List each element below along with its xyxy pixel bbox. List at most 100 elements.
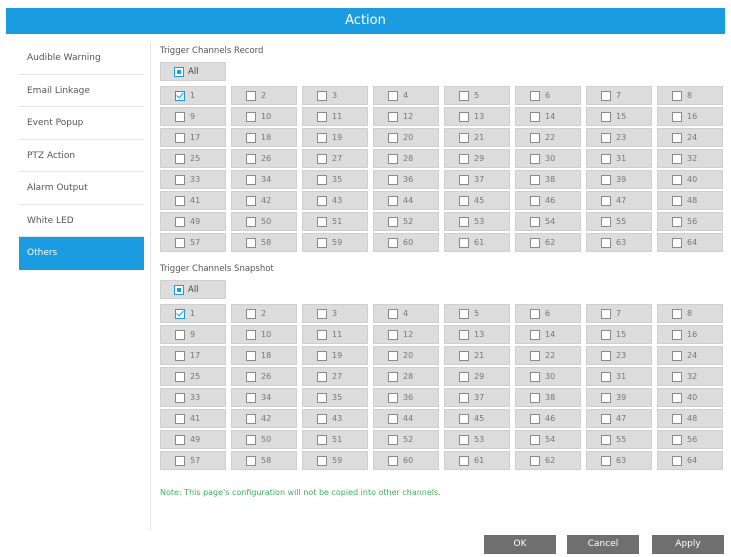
- record-channel-checkbox[interactable]: 46: [515, 191, 581, 210]
- snapshot-channel-checkbox[interactable]: 39: [586, 388, 652, 407]
- record-channel-checkbox[interactable]: 61: [444, 233, 510, 252]
- snapshot-channel-checkbox[interactable]: 62: [515, 451, 581, 470]
- record-channel-checkbox[interactable]: 36: [373, 170, 439, 189]
- record-channel-checkbox[interactable]: 38: [515, 170, 581, 189]
- record-channel-checkbox[interactable]: 59: [302, 233, 368, 252]
- record-channel-checkbox[interactable]: 49: [160, 212, 226, 231]
- snapshot-channel-checkbox[interactable]: 64: [657, 451, 723, 470]
- sidebar-item-email-linkage[interactable]: Email Linkage: [19, 75, 144, 107]
- snapshot-channel-checkbox[interactable]: 8: [657, 304, 723, 323]
- record-channel-checkbox[interactable]: 42: [231, 191, 297, 210]
- snapshot-channel-checkbox[interactable]: 33: [160, 388, 226, 407]
- snapshot-channel-checkbox[interactable]: 63: [586, 451, 652, 470]
- record-channel-checkbox[interactable]: 22: [515, 128, 581, 147]
- record-channel-checkbox[interactable]: 12: [373, 107, 439, 126]
- snapshot-channel-checkbox[interactable]: 40: [657, 388, 723, 407]
- snapshot-channel-checkbox[interactable]: 3: [302, 304, 368, 323]
- cancel-button[interactable]: Cancel: [567, 535, 639, 554]
- snapshot-channel-checkbox[interactable]: 54: [515, 430, 581, 449]
- record-channel-checkbox[interactable]: 56: [657, 212, 723, 231]
- record-channel-checkbox[interactable]: 52: [373, 212, 439, 231]
- snapshot-channel-checkbox[interactable]: 17: [160, 346, 226, 365]
- snapshot-channel-checkbox[interactable]: 51: [302, 430, 368, 449]
- sidebar-item-audible-warning[interactable]: Audible Warning: [19, 42, 144, 75]
- snapshot-channel-checkbox[interactable]: 7: [586, 304, 652, 323]
- snapshot-channel-checkbox[interactable]: 49: [160, 430, 226, 449]
- sidebar-item-ptz-action[interactable]: PTZ Action: [19, 140, 144, 172]
- record-channel-checkbox[interactable]: 7: [586, 86, 652, 105]
- apply-button[interactable]: Apply: [652, 535, 724, 554]
- snapshot-channel-checkbox[interactable]: 35: [302, 388, 368, 407]
- record-channel-checkbox[interactable]: 44: [373, 191, 439, 210]
- record-channel-checkbox[interactable]: 51: [302, 212, 368, 231]
- record-channel-checkbox[interactable]: 48: [657, 191, 723, 210]
- record-channel-checkbox[interactable]: 29: [444, 149, 510, 168]
- snapshot-channel-checkbox[interactable]: 5: [444, 304, 510, 323]
- snapshot-channel-checkbox[interactable]: 14: [515, 325, 581, 344]
- record-channel-checkbox[interactable]: 16: [657, 107, 723, 126]
- record-channel-checkbox[interactable]: 28: [373, 149, 439, 168]
- record-channel-checkbox[interactable]: 33: [160, 170, 226, 189]
- snapshot-channel-checkbox[interactable]: 18: [231, 346, 297, 365]
- snapshot-channel-checkbox[interactable]: 43: [302, 409, 368, 428]
- snapshot-channel-checkbox[interactable]: 48: [657, 409, 723, 428]
- snapshot-channel-checkbox[interactable]: 30: [515, 367, 581, 386]
- record-channel-checkbox[interactable]: 60: [373, 233, 439, 252]
- record-channel-checkbox[interactable]: 10: [231, 107, 297, 126]
- record-channel-checkbox[interactable]: 26: [231, 149, 297, 168]
- snapshot-channel-checkbox[interactable]: 31: [586, 367, 652, 386]
- snapshot-channel-checkbox[interactable]: 21: [444, 346, 510, 365]
- record-channel-checkbox[interactable]: 54: [515, 212, 581, 231]
- snapshot-channel-checkbox[interactable]: 29: [444, 367, 510, 386]
- record-channel-checkbox[interactable]: 34: [231, 170, 297, 189]
- snapshot-channel-checkbox[interactable]: 4: [373, 304, 439, 323]
- snapshot-channel-checkbox[interactable]: 59: [302, 451, 368, 470]
- record-channel-checkbox[interactable]: 15: [586, 107, 652, 126]
- snapshot-channel-checkbox[interactable]: 6: [515, 304, 581, 323]
- snapshot-channel-checkbox[interactable]: 22: [515, 346, 581, 365]
- snapshot-channel-checkbox[interactable]: 15: [586, 325, 652, 344]
- sidebar-item-alarm-output[interactable]: Alarm Output: [19, 172, 144, 205]
- record-channel-checkbox[interactable]: 24: [657, 128, 723, 147]
- snapshot-all-checkbox[interactable]: All: [160, 280, 226, 299]
- snapshot-channel-checkbox[interactable]: 52: [373, 430, 439, 449]
- snapshot-channel-checkbox[interactable]: 46: [515, 409, 581, 428]
- snapshot-channel-checkbox[interactable]: 45: [444, 409, 510, 428]
- record-channel-checkbox[interactable]: 35: [302, 170, 368, 189]
- snapshot-channel-checkbox[interactable]: 36: [373, 388, 439, 407]
- sidebar-item-white-led[interactable]: White LED: [19, 205, 144, 237]
- record-channel-checkbox[interactable]: 30: [515, 149, 581, 168]
- snapshot-channel-checkbox[interactable]: 27: [302, 367, 368, 386]
- snapshot-channel-checkbox[interactable]: 28: [373, 367, 439, 386]
- snapshot-channel-checkbox[interactable]: 47: [586, 409, 652, 428]
- record-channel-checkbox[interactable]: 17: [160, 128, 226, 147]
- snapshot-channel-checkbox[interactable]: 37: [444, 388, 510, 407]
- snapshot-channel-checkbox[interactable]: 38: [515, 388, 581, 407]
- record-channel-checkbox[interactable]: 21: [444, 128, 510, 147]
- snapshot-channel-checkbox[interactable]: 32: [657, 367, 723, 386]
- snapshot-channel-checkbox[interactable]: 55: [586, 430, 652, 449]
- record-channel-checkbox[interactable]: 20: [373, 128, 439, 147]
- record-channel-checkbox[interactable]: 64: [657, 233, 723, 252]
- snapshot-channel-checkbox[interactable]: 60: [373, 451, 439, 470]
- snapshot-channel-checkbox[interactable]: 34: [231, 388, 297, 407]
- record-channel-checkbox[interactable]: 62: [515, 233, 581, 252]
- record-channel-checkbox[interactable]: 5: [444, 86, 510, 105]
- record-channel-checkbox[interactable]: 4: [373, 86, 439, 105]
- snapshot-channel-checkbox[interactable]: 9: [160, 325, 226, 344]
- ok-button[interactable]: OK: [484, 535, 556, 554]
- snapshot-channel-checkbox[interactable]: 25: [160, 367, 226, 386]
- record-channel-checkbox[interactable]: 6: [515, 86, 581, 105]
- snapshot-channel-checkbox[interactable]: 1: [160, 304, 226, 323]
- record-channel-checkbox[interactable]: 13: [444, 107, 510, 126]
- record-channel-checkbox[interactable]: 23: [586, 128, 652, 147]
- snapshot-channel-checkbox[interactable]: 41: [160, 409, 226, 428]
- record-channel-checkbox[interactable]: 45: [444, 191, 510, 210]
- snapshot-channel-checkbox[interactable]: 50: [231, 430, 297, 449]
- sidebar-item-others[interactable]: Others: [19, 237, 144, 270]
- snapshot-channel-checkbox[interactable]: 10: [231, 325, 297, 344]
- record-channel-checkbox[interactable]: 11: [302, 107, 368, 126]
- snapshot-channel-checkbox[interactable]: 24: [657, 346, 723, 365]
- record-channel-checkbox[interactable]: 37: [444, 170, 510, 189]
- snapshot-channel-checkbox[interactable]: 2: [231, 304, 297, 323]
